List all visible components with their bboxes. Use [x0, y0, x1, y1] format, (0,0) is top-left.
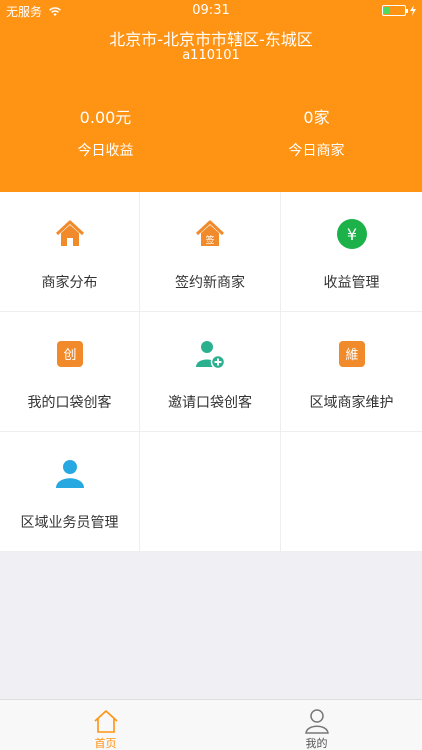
add-user-icon: [196, 341, 226, 370]
wei-icon: 維: [338, 341, 365, 367]
today-merchants-stat[interactable]: 0家 今日商家: [211, 104, 422, 160]
menu-label: 签约新商家: [175, 275, 245, 291]
svg-text:签: 签: [205, 234, 214, 246]
house-sign-icon: 签: [195, 220, 225, 246]
empty-cell: [140, 432, 281, 552]
house-icon: [55, 220, 84, 246]
chuang-icon: 创: [56, 341, 83, 367]
svg-text:維: 維: [345, 348, 358, 363]
menu-label: 商家分布: [41, 275, 98, 291]
tab-label: 我的: [305, 737, 328, 750]
svg-text:创: 创: [63, 348, 76, 363]
home-icon: [93, 710, 118, 733]
region-title[interactable]: 北京市-北京市市辖区-东城区: [0, 26, 422, 50]
header: 无服务 09:31 北京市-北京市市辖区-东城区 a110101 0.00元 今…: [0, 0, 422, 192]
tab-label: 首页: [94, 737, 117, 750]
tab-mine[interactable]: 我的: [211, 700, 422, 750]
menu-label: 我的口袋创客: [27, 395, 112, 411]
status-bar: 无服务 09:31: [0, 0, 422, 22]
menu-income-management[interactable]: ¥ 收益管理: [281, 192, 422, 312]
menu-invite-pocket-makers[interactable]: 邀请口袋创客: [140, 312, 281, 432]
today-income-label: 今日收益: [77, 143, 134, 159]
svg-text:¥: ¥: [346, 225, 356, 244]
battery-icon: [382, 5, 408, 16]
empty-cell: [281, 432, 422, 552]
tab-home[interactable]: 首页: [0, 700, 211, 750]
menu-grid: 商家分布 签 签约新商家 ¥ 收益管理 创 我的口袋创客 邀请口袋创客 維 区域…: [0, 192, 422, 552]
menu-label: 收益管理: [323, 275, 380, 291]
menu-region-salesperson-management[interactable]: 区域业务员管理: [0, 432, 140, 552]
today-merchants-value: 0家: [303, 108, 330, 127]
menu-label: 邀请口袋创客: [168, 395, 252, 411]
today-merchants-label: 今日商家: [288, 143, 345, 159]
region-code: a110101: [182, 48, 240, 63]
menu-label: 区域业务员管理: [20, 515, 119, 531]
clock: 09:31: [192, 3, 230, 18]
user-icon: [55, 460, 84, 488]
profile-icon: [304, 709, 329, 734]
menu-label: 区域商家维护: [309, 395, 394, 411]
charging-icon: [410, 5, 416, 16]
today-income-stat[interactable]: 0.00元 今日收益: [0, 104, 211, 160]
menu-merchant-distribution[interactable]: 商家分布: [0, 192, 140, 312]
today-income-value: 0.00元: [79, 108, 132, 127]
menu-sign-new-merchant[interactable]: 签 签约新商家: [140, 192, 281, 312]
yen-icon: ¥: [336, 219, 367, 249]
menu-my-pocket-makers[interactable]: 创 我的口袋创客: [0, 312, 140, 432]
menu-region-merchant-maintenance[interactable]: 維 区域商家维护: [281, 312, 422, 432]
tab-bar: 首页 我的: [0, 699, 422, 750]
